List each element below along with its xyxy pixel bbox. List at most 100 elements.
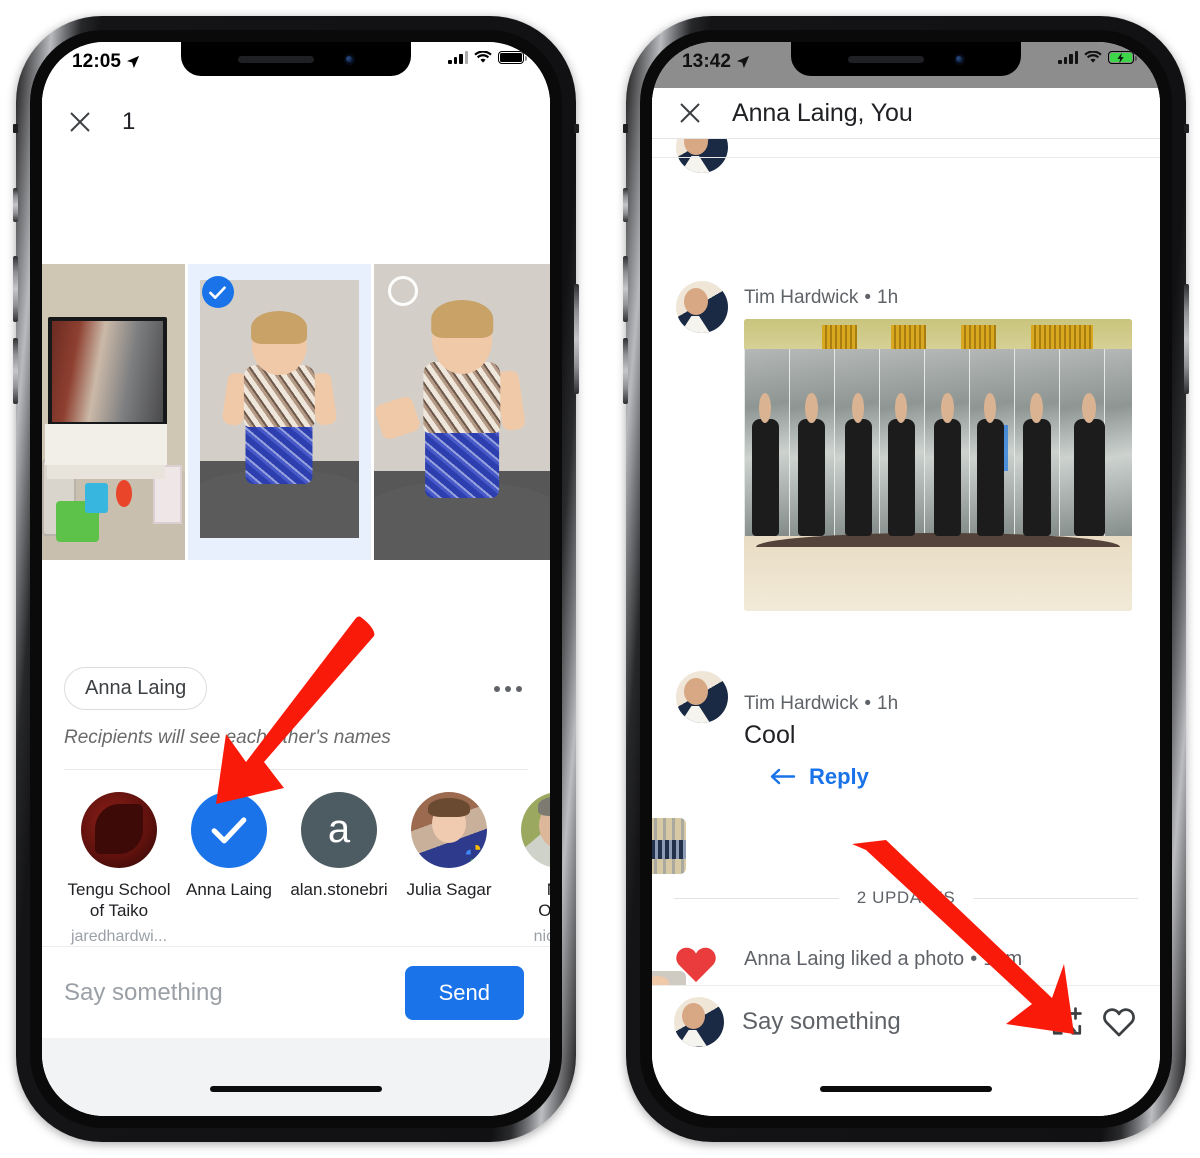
status-time-group: 12:05 [72,51,140,73]
recipient-row: Anna Laing [42,661,550,717]
power-button[interactable] [574,284,579,394]
post-meta: Tim Hardwick • 1h [652,287,1160,309]
contact-sub: jaredhardwi... [70,928,168,945]
location-arrow-icon [736,55,750,69]
battery-icon [498,51,527,64]
screenshot-stage: 12:05 1 Anna Laing Recipients will see e… [0,0,1200,1158]
status-time: 13:42 [682,51,732,72]
contact-anna-laing[interactable]: Anna Laing [174,791,284,947]
comment-time: 1h [877,693,899,715]
wifi-icon [1084,51,1102,63]
home-indicator[interactable] [210,1086,382,1092]
comment-thumbnail[interactable] [652,818,686,875]
avatar [411,791,487,868]
volume-up-button[interactable] [13,256,18,322]
comment-meta: Tim Hardwick • 1h [652,693,1160,715]
separator-line-right [973,897,1138,899]
right-phone-screen: 13:42 Anna Laing, You Tim Hardwick • 1h … [652,42,1160,1116]
notch [181,42,411,76]
right-app-bar: Anna Laing, You [652,88,1160,140]
mute-switch[interactable] [623,188,628,222]
avatar [81,791,157,868]
selection-count: 1 [122,108,136,135]
conversation-scroll-area[interactable]: Tim Hardwick • 1h Tim Hardwick • 1h Cool… [652,139,1160,985]
battery-charging-icon [1108,51,1137,64]
mute-switch[interactable] [13,188,18,222]
photo-picker-strip [42,264,550,560]
recipients-hint: Recipients will see each other's names [64,726,391,748]
contact-sub: nick.od [533,928,550,945]
post-photo-mirror-hallway[interactable] [744,319,1132,612]
contact-nick-odan[interactable]: Nic Odan nick.od [504,791,550,947]
send-button[interactable]: Send [404,965,524,1020]
reply-arrow-icon [770,769,796,785]
right-phone-bezel: 13:42 Anna Laing, You Tim Hardwick • 1h … [640,30,1172,1128]
contact-name: Tengu School of Taiko [67,879,171,921]
separator-line-left [674,897,839,899]
home-indicator-area [652,1057,1160,1116]
close-icon[interactable] [68,110,92,134]
contact-julia-sagar[interactable]: Julia Sagar [394,791,504,947]
home-indicator[interactable] [820,1086,992,1093]
cellular-signal-icon [448,51,468,64]
power-button[interactable] [1184,284,1189,394]
photo-thumb-toddler-standing[interactable] [187,264,372,560]
add-photo-icon[interactable] [1050,1005,1084,1039]
right-compose-bar: Say something [652,984,1160,1058]
left-compose-bar: Say something Send [42,946,550,1038]
photo-thumb-living-room-tv[interactable] [42,264,185,560]
update-item-like: Anna Laing liked a photo • 14m [652,940,1160,985]
volume-down-button[interactable] [623,338,628,404]
close-icon[interactable] [678,101,702,125]
content-gap [42,560,550,661]
contact-name: alan.stonebri [290,879,388,899]
frame-seam-right [574,124,579,133]
say-something-input[interactable]: Say something [742,1008,1032,1036]
volume-down-button[interactable] [13,338,18,404]
notch [791,42,1021,76]
left-app-body: 1 Anna Laing Recipients will see each ot… [42,88,550,1116]
top-spacer [42,156,550,264]
photo-thumb-toddler-reaching[interactable] [374,264,550,560]
cellular-signal-icon [1058,51,1078,64]
say-something-input[interactable]: Say something [64,979,223,1007]
contact-alan-stonebri[interactable]: a alan.stonebri [284,791,394,947]
right-app-body: Anna Laing, You Tim Hardwick • 1h Tim Ha… [652,88,1160,1116]
wifi-icon [474,51,492,63]
more-options-icon[interactable] [494,685,526,692]
avatar[interactable] [676,671,728,724]
avatar[interactable] [676,281,728,334]
recipient-chip[interactable]: Anna Laing [64,667,208,710]
post-author: Tim Hardwick [744,287,859,309]
post-time: 1h [877,287,899,309]
avatar-initial: a [301,791,377,868]
scroll-divider [652,157,1160,159]
charging-bolt-icon [1117,52,1124,63]
post-item: Tim Hardwick • 1h [652,191,1160,612]
separator: • [864,693,872,715]
reply-button[interactable]: Reply [652,764,1160,790]
photo-unselected-circle-icon [388,276,419,306]
left-app-bar: 1 [42,88,550,156]
avatar [521,791,550,868]
updates-label: 2 UPDATES [856,888,956,908]
volume-up-button[interactable] [623,256,628,322]
front-camera [343,53,355,65]
conversation-title: Anna Laing, You [732,98,913,127]
status-indicators [448,51,527,64]
contact-tengu-school-of-taiko[interactable]: Tengu School of Taiko jaredhardwi... [64,791,174,947]
update-thumbnail[interactable] [652,971,686,985]
left-phone-device: 12:05 1 Anna Laing Recipients will see e… [13,16,579,1142]
contact-picker-row: Tengu School of Taiko jaredhardwi... Ann… [42,770,550,947]
photo-image [199,280,360,538]
earpiece-speaker [847,55,924,63]
frame-seam-right [1184,124,1189,133]
comment-item: Tim Hardwick • 1h Cool Reply [652,641,1160,875]
right-phone-device: 13:42 Anna Laing, You Tim Hardwick • 1h … [623,16,1189,1142]
current-user-avatar [674,996,724,1047]
heart-outline-icon[interactable] [1102,1005,1136,1039]
status-indicators [1058,51,1137,64]
contact-name: Nic Odan [538,880,550,921]
separator: • [970,948,978,971]
avatar-partial-above [676,139,728,174]
